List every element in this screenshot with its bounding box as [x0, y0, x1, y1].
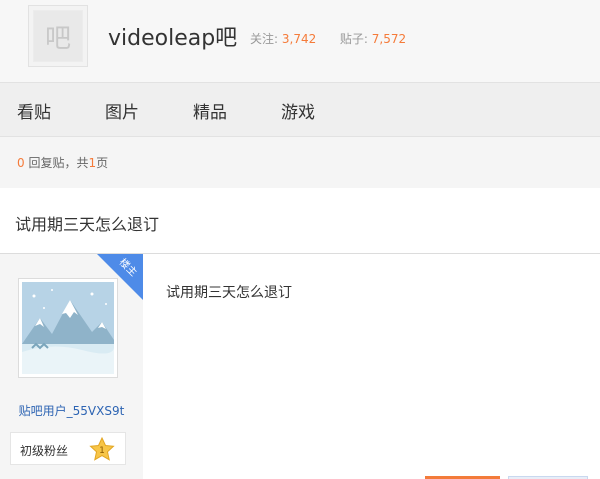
author-column: 楼主 贴吧用户_55VXS9t 初级粉丝 1 — [0, 254, 143, 479]
page-suffix: 页 — [96, 156, 109, 170]
page-count: 1 — [88, 156, 97, 170]
forum-name[interactable]: videoleap吧 — [108, 20, 237, 52]
fan-level-label: 初级粉丝 — [20, 444, 69, 458]
thread-title: 试用期三天怎么退订 — [15, 215, 160, 234]
forum-logo-glyph: 吧 — [33, 10, 83, 62]
follow-count: 3,742 — [281, 32, 317, 46]
pager-bar: 0 回复贴，共1页 — [0, 137, 600, 188]
reply-text: 回复贴，共 — [24, 156, 89, 170]
tab-posts[interactable]: 看贴 — [17, 98, 51, 123]
post: 楼主 贴吧用户_55VXS9t 初级粉丝 1 试用期三天怎么退订 — [0, 254, 600, 479]
author-username[interactable]: 贴吧用户_55VXS9t — [0, 402, 143, 419]
avatar[interactable] — [18, 278, 118, 378]
forum-logo[interactable]: 吧 — [28, 5, 88, 67]
fan-level-badge[interactable]: 初级粉丝 1 — [10, 432, 126, 465]
post-content: 试用期三天怎么退订 — [166, 285, 292, 301]
posts-label: 贴子: — [339, 32, 368, 46]
reply-count: 0 — [17, 156, 25, 170]
forum-tabs: 看贴 图片 精品 游戏 — [0, 82, 600, 137]
forum-header: 吧 videoleap吧 关注: 3,742 贴子: 7,572 — [0, 0, 600, 82]
forum-stats: 关注: 3,742 贴子: 7,572 — [250, 30, 406, 47]
tab-featured[interactable]: 精品 — [193, 98, 227, 123]
follow-label: 关注: — [250, 32, 279, 46]
posts-count: 7,572 — [371, 32, 407, 46]
tab-images[interactable]: 图片 — [105, 98, 139, 123]
mountain-landscape-avatar — [22, 282, 114, 374]
tab-games[interactable]: 游戏 — [281, 98, 315, 123]
thread-title-bar: 试用期三天怎么退订 — [0, 188, 600, 254]
fan-level-number: 1 — [99, 446, 105, 456]
star-icon: 1 — [89, 437, 115, 461]
pager-text: 0 回复贴，共1页 — [17, 154, 108, 171]
